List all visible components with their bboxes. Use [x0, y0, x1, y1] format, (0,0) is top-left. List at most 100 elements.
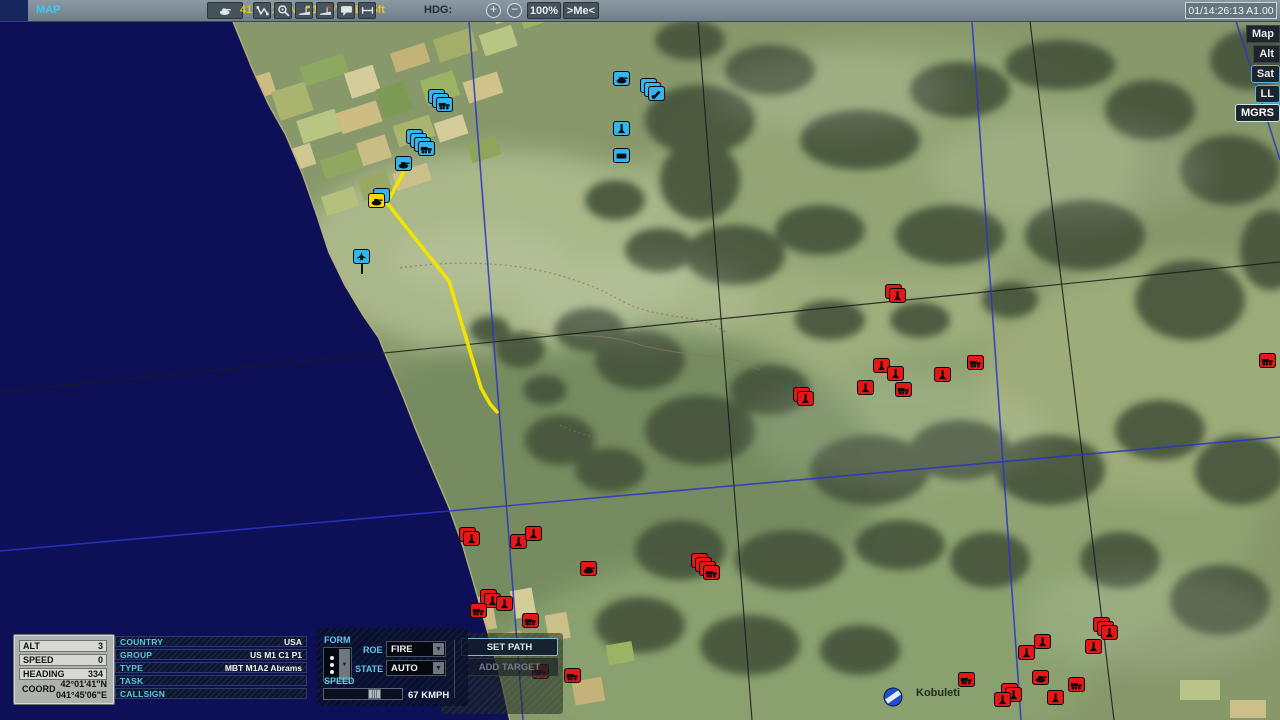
command-panel: FORM ▼ ROE FIRE ▼ STATE AUTO ▼ SPEED 67 … [317, 628, 468, 706]
view-mode-label: MAP [36, 4, 60, 16]
coord-lat: 42°01'41"N [56, 679, 107, 690]
chevron-down-icon[interactable]: ▼ [433, 662, 444, 674]
art-icon [889, 369, 902, 379]
zoom-tool-button[interactable] [274, 2, 292, 19]
art-icon [996, 695, 1009, 705]
roe-label: ROE [363, 645, 383, 655]
toolbar-left-block [0, 0, 28, 21]
measure-icon [361, 4, 374, 17]
art-icon [1020, 648, 1033, 658]
art-icon [527, 529, 540, 539]
tank-select-icon [219, 4, 232, 17]
speed-label: SPEED [23, 655, 54, 665]
truck-icon [1070, 680, 1083, 690]
art-icon [465, 534, 478, 544]
callsign-label: CALLSIGN [120, 689, 165, 699]
flag-yellow-icon [298, 4, 311, 17]
tank-icon [615, 74, 628, 84]
truck-icon [566, 671, 579, 681]
telemetry-panel: ALT 3 SPEED 0 HEADING 334 COORD 42°01'41… [13, 634, 115, 705]
truck-icon [960, 675, 973, 685]
alt-row: ALT 3 [19, 640, 107, 652]
roe-dropdown[interactable]: FIRE ▼ [386, 641, 446, 657]
art-icon [1103, 628, 1116, 638]
map-layer-button-ll[interactable]: LL [1255, 85, 1280, 103]
zoom-loupe-icon [277, 4, 290, 17]
art-icon [1036, 637, 1049, 647]
group-value: US M1 C1 P1 [250, 650, 302, 660]
info-row-type: TYPE MBT M1A2 Abrams [115, 662, 307, 673]
truck-icon [897, 385, 910, 395]
speed-slider[interactable] [323, 688, 403, 700]
art-icon [512, 537, 525, 547]
coord-lon: 041°45'06"E [56, 690, 107, 701]
truck-icon [438, 100, 451, 110]
panel-divider [454, 640, 455, 698]
truck-icon [420, 144, 433, 154]
art-icon [615, 124, 628, 134]
chevron-down-icon[interactable]: ▼ [433, 643, 444, 655]
map-viewport[interactable]: Kobuleti MAP 41°56'18"N 041°49'47"E,65ft [0, 0, 1280, 720]
truck-icon [1261, 356, 1274, 366]
apc-icon [615, 151, 628, 161]
measure-tool-button[interactable] [358, 2, 376, 19]
state-value: AUTO [391, 663, 418, 674]
speed-row: SPEED 0 [19, 654, 107, 666]
info-row-country: COUNTRY USA [115, 636, 307, 647]
set-path-button[interactable]: SET PATH [461, 638, 558, 656]
speed-readout: 67 KMPH [408, 690, 449, 701]
map-layer-button-mgrs[interactable]: MGRS [1235, 104, 1280, 122]
art-icon [936, 370, 949, 380]
top-toolbar: MAP 41°56'18"N 041°49'47"E,65ft HDG: + −… [0, 0, 1280, 22]
center-on-me-button[interactable]: >Me< [563, 2, 599, 19]
chat-tool-button[interactable] [337, 2, 355, 19]
heading-label: HDG: [424, 4, 452, 16]
info-row-task: TASK [115, 675, 307, 686]
info-row-callsign: CALLSIGN [115, 688, 307, 699]
route-tool-button[interactable] [253, 2, 271, 19]
info-row-group: GROUP US M1 C1 P1 [115, 649, 307, 660]
art-icon [1049, 693, 1062, 703]
type-value: MBT M1A2 Abrams [225, 663, 302, 673]
map-layer-button-sat[interactable]: Sat [1251, 65, 1280, 83]
country-label: COUNTRY [120, 637, 163, 647]
state-dropdown[interactable]: AUTO ▼ [386, 660, 446, 676]
alt-label: ALT [23, 641, 40, 651]
tank-icon [370, 196, 383, 206]
speed-slider-label: SPEED [324, 676, 355, 686]
formation-label: FORM [324, 635, 351, 645]
coord-values: 42°01'41"N 041°45'06"E [56, 679, 107, 701]
chat-icon [340, 4, 353, 17]
flag-red-icon [319, 4, 332, 17]
unit-info-panel: COUNTRY USA GROUP US M1 C1 P1 TYPE MBT M… [115, 636, 307, 703]
truck-icon [472, 606, 485, 616]
tank-icon [582, 564, 595, 574]
truck-icon [705, 568, 718, 578]
flag-yellow-tool-button[interactable] [295, 2, 313, 19]
mission-time: 01/14:26:13 A1.00 [1185, 2, 1277, 19]
route-icon [256, 4, 269, 17]
zoom-out-button[interactable]: − [507, 3, 522, 18]
tank-icon [397, 159, 410, 169]
add-target-button[interactable]: ADD TARGET [461, 658, 558, 676]
type-label: TYPE [120, 663, 143, 673]
art-icon [891, 291, 904, 301]
art-icon [859, 383, 872, 393]
jet-icon [355, 252, 368, 262]
alt-value: 3 [98, 641, 103, 651]
speed-value: 0 [98, 655, 103, 665]
selected-unit-type-button[interactable] [207, 2, 243, 19]
map-layer-button-map[interactable]: Map [1246, 25, 1280, 43]
art-icon [1087, 642, 1100, 652]
zoom-percent[interactable]: 100% [527, 2, 561, 19]
speed-slider-handle[interactable] [368, 689, 381, 699]
map-layer-button-alt[interactable]: Alt [1253, 45, 1280, 63]
flag-red-tool-button[interactable] [316, 2, 334, 19]
coord-label: COORD [22, 684, 56, 694]
task-label: TASK [120, 676, 143, 686]
roe-value: FIRE [391, 644, 413, 655]
group-label: GROUP [120, 650, 152, 660]
zoom-in-button[interactable]: + [486, 3, 501, 18]
heading-value: 334 [88, 669, 103, 679]
units-layer [0, 0, 1280, 720]
